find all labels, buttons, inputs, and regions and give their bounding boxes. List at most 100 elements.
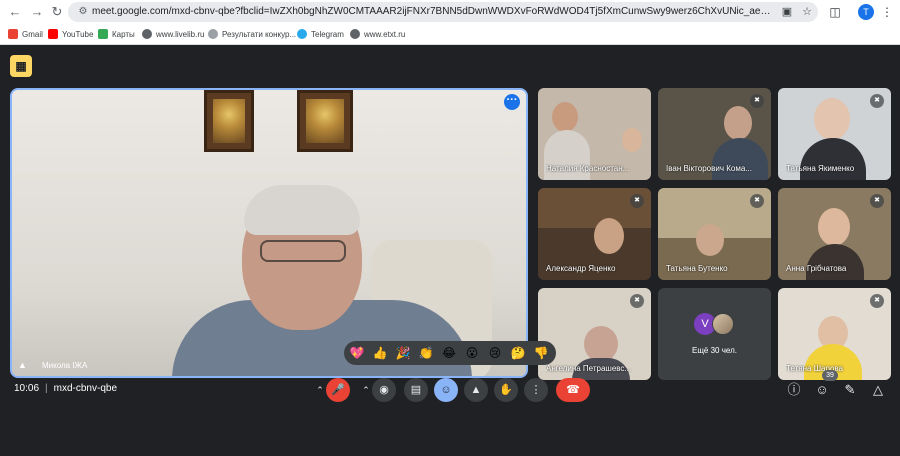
participant-tile[interactable]: ✖ Анна Грібчатова — [778, 188, 891, 280]
participant-name: Татьяна Бутенко — [666, 264, 728, 273]
reactions-bar: 💖 👍 🎉 👏 😂 😮 😢 🤔 👎 — [344, 341, 556, 365]
camera-indicator-icon[interactable]: ▣ — [780, 5, 794, 19]
bookmark-telegram[interactable]: Telegram — [297, 27, 344, 41]
participant-tile[interactable]: ✖ Тетяна Шарова — [778, 288, 891, 380]
participant-name: Татьяна Якименко — [786, 164, 855, 173]
hang-up-icon: ☎ — [566, 384, 580, 396]
main-name-tag: ▲ Микола ІЖА — [18, 360, 87, 370]
meeting-info: 10:06 | mxd-cbnv-qbe — [14, 383, 117, 394]
reactions-button[interactable]: ☺ — [434, 378, 458, 402]
participant-tile[interactable]: ✖ Ангелина Петрашевс... — [538, 288, 651, 380]
participant-face — [594, 218, 624, 254]
url-text[interactable]: meet.google.com/mxd-cbnv-qbe?fbclid=IwZX… — [92, 5, 772, 19]
back-icon[interactable]: ← — [6, 3, 24, 21]
camera-button[interactable]: ◉ — [372, 378, 396, 402]
participant-name: Наталия Красностан... — [546, 164, 630, 173]
participant-avatar-photo — [712, 313, 734, 335]
participant-tile[interactable]: Наталия Красностан... — [538, 88, 651, 180]
bookmark-gmail[interactable]: Gmail — [8, 27, 43, 41]
reaction-surprised[interactable]: 😮 — [463, 344, 481, 362]
speaker-hair — [244, 185, 360, 235]
bookmark-youtube[interactable]: YouTube — [48, 27, 93, 41]
gmail-icon — [8, 29, 18, 39]
extensions-icon[interactable]: ◫ — [826, 3, 844, 21]
mic-muted-icon: ✖ — [750, 94, 764, 108]
more-options-button[interactable]: ⋮ — [524, 378, 548, 402]
more-participants-avatars: V — [694, 313, 738, 335]
hand-icon: ✋ — [499, 384, 513, 396]
participant-tile[interactable]: ✖ Іван Вікторович Кома... — [658, 88, 771, 180]
more-participants-tile[interactable]: V Ещё 30 чел. — [658, 288, 771, 380]
site-info-icon[interactable]: ⚙ — [76, 5, 90, 19]
reaction-clap[interactable]: 👏 — [417, 344, 435, 362]
browser-menu-icon[interactable]: ⋮ — [878, 3, 896, 21]
reaction-thinking[interactable]: 🤔 — [509, 344, 527, 362]
mic-muted-icon: ✖ — [630, 194, 644, 208]
participant-body — [806, 244, 864, 280]
participant-tile[interactable]: ✖ Татьяна Бутенко — [658, 188, 771, 280]
meeting-details-icon[interactable]: ▦ — [10, 55, 32, 77]
telegram-icon — [297, 29, 307, 39]
bookmark-maps[interactable]: Карты — [98, 27, 135, 41]
omnibox[interactable]: ⚙ meet.google.com/mxd-cbnv-qbe?fbclid=Iw… — [68, 2, 818, 22]
video-options-chevron-icon[interactable]: ⌃ — [360, 378, 372, 402]
present-button[interactable]: ▲ — [464, 378, 488, 402]
participant-tile[interactable]: ✖ Татьяна Якименко — [778, 88, 891, 180]
mic-off-icon: 🎤 — [331, 384, 345, 396]
reaction-thumbs-up[interactable]: 👍 — [371, 344, 389, 362]
participant-face — [724, 106, 752, 140]
captions-button[interactable]: ▤ — [404, 378, 428, 402]
reload-icon[interactable]: ↻ — [48, 3, 66, 21]
activities-icon[interactable]: △ — [868, 380, 888, 400]
mic-muted-icon: ✖ — [870, 94, 884, 108]
camera-icon: ◉ — [379, 384, 389, 396]
forward-icon[interactable]: → — [28, 3, 46, 21]
wall-icon-right — [297, 90, 353, 152]
bookmark-results[interactable]: Результати конкур... — [208, 27, 296, 41]
reaction-laugh[interactable]: 😂 — [440, 344, 458, 362]
main-speaker-tile[interactable]: ··· ▲ Микола ІЖА — [10, 88, 528, 378]
reaction-heart[interactable]: 💖 — [348, 344, 366, 362]
participant-face — [818, 208, 850, 246]
mic-off-button[interactable]: 🎤 — [326, 378, 350, 402]
control-bar: 10:06 | mxd-cbnv-qbe ⌃ 🎤 ⌃ ◉ ▤ ☺ ▲ ✋ ⋮ ☎ ⓘ… — [0, 370, 900, 411]
mic-muted-icon: ✖ — [870, 194, 884, 208]
leave-call-button[interactable]: ☎ — [556, 378, 590, 402]
mic-muted-icon: ✖ — [870, 294, 884, 308]
participant-body — [800, 138, 866, 180]
chat-icon[interactable]: ✎ — [840, 380, 860, 400]
clock-time: 10:06 — [14, 383, 40, 394]
wall-icon-left — [204, 90, 254, 152]
bookmark-etxt[interactable]: www.etxt.ru — [350, 27, 405, 41]
meeting-details-info-icon[interactable]: ⓘ — [784, 380, 804, 400]
participant-count-badge: 39 — [822, 370, 838, 381]
participant-face — [696, 224, 724, 256]
participant-name: Александр Яценко — [546, 264, 616, 273]
maps-icon — [98, 29, 108, 39]
more-participants-label: Ещё 30 чел. — [692, 346, 737, 355]
globe-icon — [350, 29, 360, 39]
tile-more-options-icon[interactable]: ··· — [504, 94, 520, 110]
bookmark-livelib[interactable]: www.livelib.ru — [142, 27, 204, 41]
mic-muted-icon: ✖ — [630, 294, 644, 308]
present-screen-icon: ▲ — [470, 384, 482, 396]
profile-avatar[interactable]: T — [858, 4, 874, 20]
youtube-icon — [48, 29, 58, 39]
meeting-code: mxd-cbnv-qbe — [53, 383, 117, 394]
participant-face — [622, 128, 642, 152]
people-icon[interactable]: ☺ — [812, 380, 832, 400]
raise-hand-button[interactable]: ✋ — [494, 378, 518, 402]
emoji-icon: ☺ — [440, 384, 452, 396]
audio-options-chevron-icon[interactable]: ⌃ — [314, 378, 326, 402]
bookmarks-bar: Gmail YouTube Карты www.livelib.ru Резул… — [0, 25, 900, 43]
more-vert-icon: ⋮ — [530, 384, 542, 396]
bookmark-star-icon[interactable]: ☆ — [800, 5, 814, 19]
reaction-party[interactable]: 🎉 — [394, 344, 412, 362]
participant-tile[interactable]: ✖ Александр Яценко — [538, 188, 651, 280]
participant-name: Іван Вікторович Кома... — [666, 164, 752, 173]
main-speaker-name: Микола ІЖА — [42, 360, 88, 370]
reaction-sad[interactable]: 😢 — [486, 344, 504, 362]
reaction-thumbs-down[interactable]: 👎 — [532, 344, 550, 362]
pin-icon[interactable]: ▲ — [18, 360, 28, 370]
mic-muted-icon: ✖ — [750, 194, 764, 208]
